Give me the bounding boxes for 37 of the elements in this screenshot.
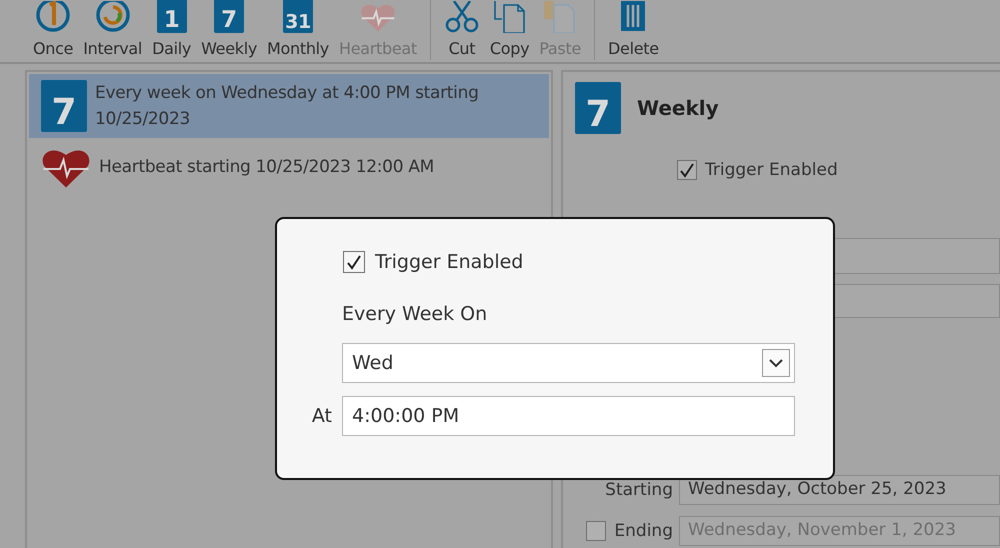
- toolbar-button[interactable]: 31 Monthly: [264, 0, 332, 62]
- list-item[interactable]: 7 Every week on Wednesday at 4:00 PM starting 10/25/2023: [29, 74, 549, 138]
- checkbox-label: Trigger Enabled: [705, 160, 838, 180]
- calendar-icon: 31: [283, 0, 313, 33]
- checkbox-label: Ending: [614, 521, 673, 541]
- refresh-icon: [94, 1, 131, 33]
- calendar-icon: 7: [575, 82, 621, 134]
- checkbox[interactable]: [677, 160, 697, 180]
- toolbar-button[interactable]: 7 Weekly: [198, 0, 260, 62]
- calendar-icon: 7: [214, 0, 244, 33]
- checkbox-label: Trigger Enabled: [375, 251, 524, 273]
- field-label: At: [310, 405, 332, 427]
- clock-icon: [35, 1, 72, 33]
- time-field[interactable]: 4:00:00 PM: [342, 396, 795, 436]
- toolbar-button[interactable]: Delete: [605, 1, 662, 62]
- scissors-icon: [444, 1, 480, 33]
- item-text: Heartbeat starting 10/25/2023 12:00 AM: [99, 156, 434, 179]
- toolbar-button[interactable]: 1 Daily: [149, 0, 194, 62]
- date-field[interactable]: Wednesday, October 25, 2023: [679, 475, 1000, 505]
- copy-icon: [492, 1, 528, 33]
- checkbox[interactable]: [586, 521, 606, 541]
- list-item[interactable]: Heartbeat starting 10/25/2023 12:00 AM: [29, 138, 549, 196]
- panel-title: Weekly: [637, 96, 719, 120]
- field-label: Every Week On: [342, 303, 488, 325]
- field-label: Starting: [604, 480, 673, 500]
- toolbar-button[interactable]: Copy: [486, 1, 532, 62]
- chevron-down-icon: [762, 349, 790, 377]
- checkbox[interactable]: [343, 251, 365, 273]
- check-icon: [346, 254, 362, 270]
- calendar-icon: 1: [156, 0, 187, 33]
- toolbar-button[interactable]: Once: [30, 1, 76, 62]
- check-icon: [679, 162, 695, 178]
- day-dropdown[interactable]: Wed: [342, 343, 795, 383]
- toolbar-button[interactable]: Cut: [440, 1, 483, 62]
- item-text: Every week on Wednesday at 4:00 PM starting 10/25/2023: [95, 82, 480, 131]
- toolbar-button[interactable]: Interval: [80, 1, 146, 62]
- calendar-icon: 7: [41, 80, 87, 132]
